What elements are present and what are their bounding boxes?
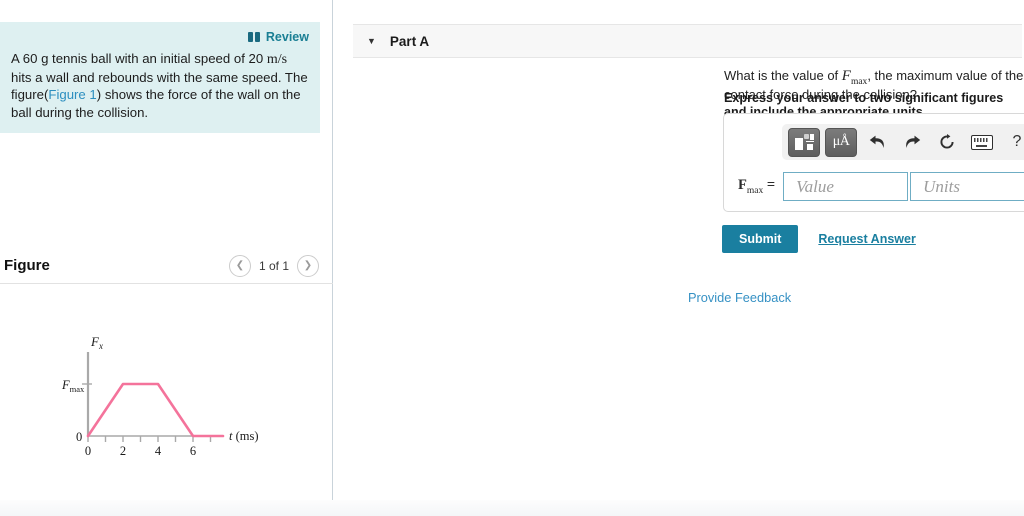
problem-units: m/s	[266, 52, 288, 67]
problem-text: A 60 g tennis ball with an initial speed…	[11, 50, 309, 121]
x-axis-label: t (ms)	[229, 429, 259, 443]
keyboard-icon[interactable]	[967, 129, 997, 156]
problem-statement-box: Review A 60 g tennis ball with an initia…	[0, 22, 320, 133]
math-template-icon[interactable]	[788, 127, 820, 157]
submit-button[interactable]: Submit	[722, 225, 799, 253]
force-time-graph-svg: Fx Fmax 0 t (ms) 0 2 4 6	[61, 334, 259, 458]
bottom-band	[0, 500, 1024, 516]
right-panel: ▼ Part A What is the value of Fmax, the …	[333, 0, 1024, 516]
units-icon-label: μÅ	[832, 134, 850, 149]
svg-text:0: 0	[85, 444, 91, 458]
y-axis-label: Fx	[90, 334, 103, 351]
problem-text-part1: A 60 g tennis ball with an initial speed…	[11, 51, 267, 66]
units-icon[interactable]: μÅ	[825, 127, 857, 157]
figure-counter: 1 of 1	[258, 258, 289, 273]
provide-feedback-link[interactable]: Provide Feedback	[688, 290, 791, 305]
problem-page: Review A 60 g tennis ball with an initia…	[0, 0, 1024, 516]
question-before: What is the value of	[724, 68, 842, 83]
answer-label: Fmax =	[738, 177, 776, 196]
review-button[interactable]: Review	[247, 30, 309, 44]
y-axis-fmax-label: Fmax	[61, 378, 85, 394]
figure-title: Figure	[4, 257, 50, 274]
figure-prev-button[interactable]: ❮	[228, 254, 251, 277]
svg-text:4: 4	[155, 444, 162, 458]
figure-next-button[interactable]: ❯	[297, 254, 319, 277]
book-icon	[247, 32, 261, 42]
figure-nav: ❮ 1 of 1 ❯	[228, 254, 319, 277]
review-label: Review	[265, 30, 309, 44]
figure-graph: Fx Fmax 0 t (ms) 0 2 4 6	[0, 300, 333, 490]
submit-row: Submit Request Answer	[722, 225, 916, 253]
request-answer-link[interactable]: Request Answer	[818, 232, 915, 246]
undo-icon[interactable]	[862, 129, 892, 156]
figure-header: Figure ❮ 1 of 1 ❯	[0, 248, 333, 284]
origin-label: 0	[76, 430, 82, 444]
help-icon-label: ?	[1012, 133, 1022, 150]
part-a-label: Part A	[389, 33, 430, 49]
left-panel: Review A 60 g tennis ball with an initia…	[0, 0, 333, 516]
figure-1-link[interactable]: Figure 1	[48, 87, 96, 102]
answer-input-row: Fmax =	[738, 172, 1024, 201]
part-a-header[interactable]: ▼ Part A	[353, 24, 1022, 58]
redo-icon[interactable]	[897, 129, 927, 156]
reset-icon[interactable]	[932, 129, 962, 156]
svg-text:6: 6	[190, 444, 196, 458]
x-tick-labels: 0 2 4 6	[85, 444, 196, 458]
answer-entry-widget: μÅ ? Fmax = Value Units	[723, 113, 1024, 212]
svg-text:2: 2	[120, 444, 126, 458]
force-curve	[86, 382, 225, 438]
question-fmax-symbol: Fmax	[841, 68, 868, 87]
value-input[interactable]	[783, 172, 909, 201]
math-toolbar: μÅ ?	[782, 124, 1024, 160]
units-input[interactable]	[910, 172, 1024, 201]
help-icon[interactable]: ?	[1002, 129, 1024, 156]
review-row: Review	[11, 30, 309, 45]
chevron-down-icon[interactable]: ▼	[367, 36, 376, 46]
